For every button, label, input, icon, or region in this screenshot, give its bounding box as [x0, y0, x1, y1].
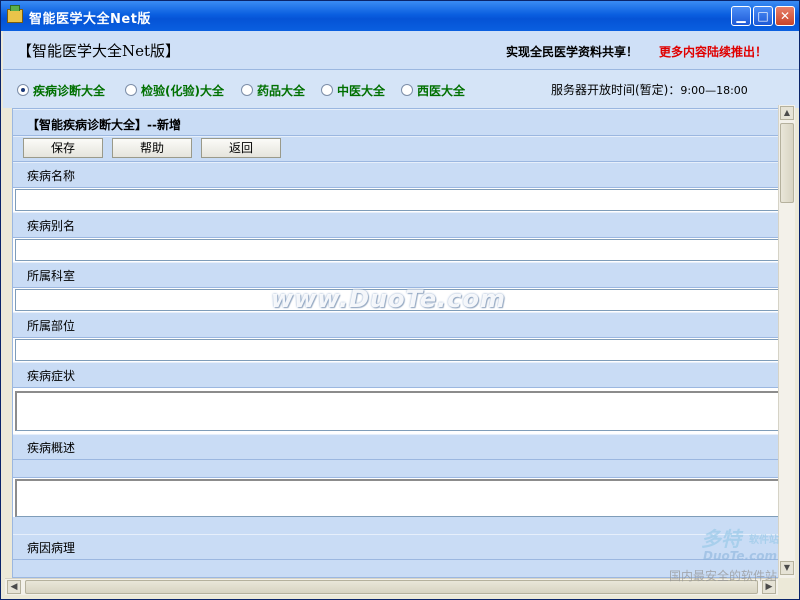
overview-textarea[interactable]: [15, 479, 779, 517]
nav-option-western[interactable]: 西医大全: [401, 82, 465, 98]
body-part-input[interactable]: [15, 339, 779, 361]
watermark-text: www.DuoTe.com: [271, 285, 506, 313]
field-label-row: 疾病名称: [13, 162, 779, 188]
spacer-row: [13, 560, 779, 577]
maximize-button[interactable]: □: [753, 6, 773, 26]
nav-option-lab-test[interactable]: 检验(化验)大全: [125, 82, 224, 98]
spacer-row: [13, 460, 779, 478]
radio-selected-icon[interactable]: [17, 84, 29, 96]
vertical-scrollbar[interactable]: ▲ ▼: [778, 105, 795, 578]
overview-label: 疾病概述: [27, 441, 76, 455]
minimize-icon: ▁: [736, 9, 746, 23]
field-label-row: 疾病概述: [13, 434, 779, 460]
slogan-text: 实现全民医学资料共享！: [506, 45, 639, 59]
radio-icon[interactable]: [125, 84, 137, 96]
app-window: 智能医学大全Net版 ▁ □ ✕ 【智能医学大全Net版】 实现全民医学资料共享…: [0, 0, 800, 600]
department-label: 所属科室: [27, 269, 76, 283]
scroll-up-icon[interactable]: ▲: [780, 106, 794, 120]
nav-option-label: 中医大全: [337, 84, 386, 98]
disease-alias-input[interactable]: [15, 239, 779, 261]
nav-option-label: 药品大全: [257, 84, 306, 98]
minimize-button[interactable]: ▁: [731, 6, 751, 26]
radio-icon[interactable]: [401, 84, 413, 96]
radio-icon[interactable]: [241, 84, 253, 96]
section-header: 【智能疾病诊断大全】--新增: [13, 109, 779, 136]
nav-option-tcm[interactable]: 中医大全: [321, 82, 385, 98]
disease-alias-label: 疾病别名: [27, 219, 76, 233]
etiology-label: 病因病理: [27, 541, 76, 555]
server-hours-label: 服务器开放时间(暂定)：: [551, 83, 681, 97]
symptoms-textarea[interactable]: [15, 391, 779, 431]
body-part-label: 所属部位: [27, 319, 76, 333]
field-label-row: 疾病别名: [13, 212, 779, 238]
maximize-icon: □: [757, 9, 769, 23]
app-header: 【智能医学大全Net版】 实现全民医学资料共享！ 更多内容陆续推出！: [3, 31, 799, 70]
nav-option-drugs[interactable]: 药品大全: [241, 82, 305, 98]
field-label-row: 疾病症状: [13, 362, 779, 388]
title-bar[interactable]: 智能医学大全Net版 ▁ □ ✕: [1, 1, 799, 31]
slogan-highlight: 更多内容陆续推出！: [659, 45, 768, 59]
horizontal-scrollbar[interactable]: ◀ ▶: [5, 578, 778, 595]
watermark-logo-en: DuoTe.com: [703, 549, 777, 563]
back-button[interactable]: 返回: [201, 138, 281, 158]
section-title: 【智能疾病诊断大全】--新增: [27, 118, 181, 132]
form-panel: 【智能疾病诊断大全】--新增 保存 帮助 返回 疾病名称 疾病别名 所属科室 所…: [12, 108, 780, 578]
toolbar: 保存 帮助 返回: [13, 136, 779, 162]
scroll-left-icon[interactable]: ◀: [7, 580, 21, 594]
disease-name-label: 疾病名称: [27, 169, 76, 183]
brand-title: 【智能医学大全Net版】: [17, 42, 181, 60]
horizontal-scroll-thumb[interactable]: [25, 580, 758, 594]
watermark-logo-cn: 多特: [701, 527, 741, 551]
help-button[interactable]: 帮助: [112, 138, 192, 158]
field-label-row: 病因病理: [13, 534, 779, 560]
watermark-tagline: 国内最安全的软件站: [669, 569, 778, 583]
watermark-logo-suffix: 软件站: [749, 535, 779, 546]
spacer-row: [13, 517, 779, 535]
app-icon: [7, 5, 23, 23]
nav-option-label: 疾病诊断大全: [33, 84, 106, 98]
server-hours-value: 9:00—18:00: [680, 84, 748, 97]
nav-option-disease[interactable]: 疾病诊断大全: [17, 82, 105, 98]
server-hours: 服务器开放时间(暂定)：9:00—18:00: [551, 81, 748, 98]
close-icon: ✕: [779, 9, 791, 23]
nav-option-label: 西医大全: [417, 84, 466, 98]
radio-icon[interactable]: [321, 84, 333, 96]
window-title: 智能医学大全Net版: [29, 12, 151, 27]
nav-option-label: 检验(化验)大全: [141, 84, 224, 98]
vertical-scroll-thumb[interactable]: [780, 123, 794, 203]
symptoms-label: 疾病症状: [27, 369, 76, 383]
close-button[interactable]: ✕: [775, 6, 795, 26]
disease-name-input[interactable]: [15, 189, 779, 211]
corner-watermark-logo: 多特 软件站 DuoTe.com 国内最安全的软件站: [669, 523, 795, 583]
field-label-row: 所属部位: [13, 312, 779, 338]
save-button[interactable]: 保存: [23, 138, 103, 158]
category-nav: 疾病诊断大全 检验(化验)大全 药品大全 中医大全 西医大全 服务器开放时间(暂…: [3, 70, 799, 108]
